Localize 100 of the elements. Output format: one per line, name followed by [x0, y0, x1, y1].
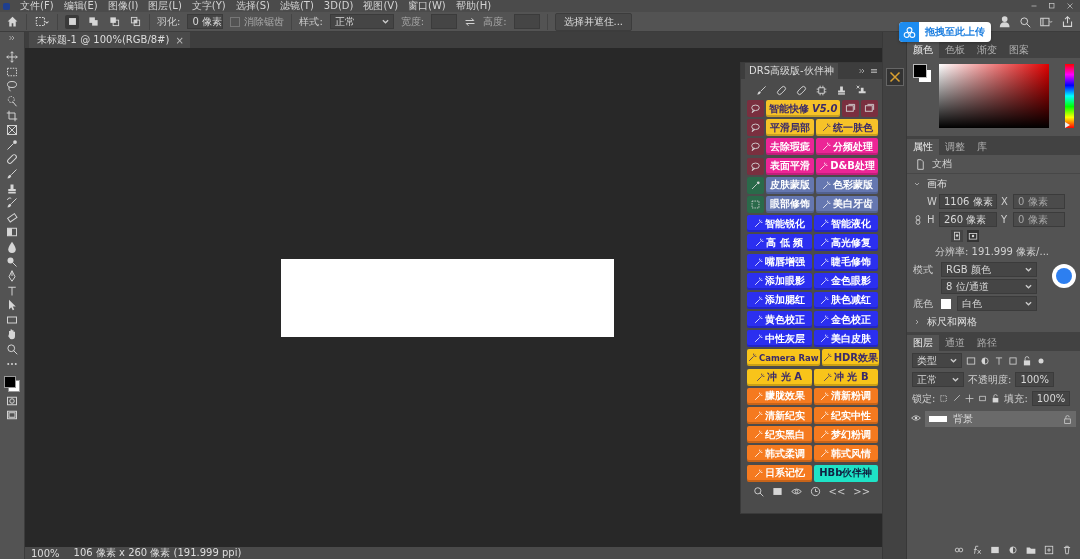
portrait-button[interactable]	[951, 230, 963, 242]
effect-button[interactable]: Camera Raw	[747, 349, 820, 367]
stamp-icon[interactable]	[856, 85, 868, 96]
next-page-button[interactable]: >>	[853, 485, 870, 497]
blend-mode-dropdown[interactable]: 正常	[912, 372, 964, 387]
adjustment-filter-icon[interactable]	[980, 355, 990, 366]
section-header[interactable]: 画布	[907, 174, 1080, 194]
opacity-field[interactable]: 100%	[1015, 372, 1054, 387]
swap-icon[interactable]	[464, 15, 477, 28]
eyedropper-icon[interactable]	[6, 138, 18, 151]
panel-tab[interactable]: 渐变	[971, 42, 1003, 58]
marquee-icon[interactable]	[6, 65, 18, 78]
effect-button[interactable]: 睫毛修饰	[813, 253, 878, 271]
panel-icon-button[interactable]	[842, 100, 859, 117]
effect-button[interactable]: 高光修复	[813, 234, 878, 252]
cursor-icon[interactable]	[6, 299, 18, 312]
effect-button[interactable]: 色彩蒙版	[816, 176, 878, 194]
eye-icon[interactable]	[911, 412, 921, 423]
effect-button[interactable]: 平滑局部	[766, 119, 814, 137]
menu-item[interactable]: 编辑(E)	[63, 0, 98, 12]
type-tool-icon[interactable]	[6, 284, 18, 297]
menu-item[interactable]: 图像(I)	[107, 0, 139, 12]
chip-icon[interactable]	[816, 85, 828, 96]
menu-item[interactable]: 帮助(H)	[455, 0, 492, 12]
user-icon[interactable]	[999, 15, 1012, 28]
effect-button[interactable]: 去除瑕疵	[766, 138, 814, 156]
document-tab[interactable]: 未标题-1 @ 100%(RGB/8#) ×	[29, 32, 190, 48]
effect-button[interactable]: 统一肤色	[816, 119, 878, 137]
bandage-icon[interactable]	[795, 85, 807, 96]
tool-button[interactable]	[747, 157, 764, 175]
plugin-panel-button[interactable]	[885, 68, 904, 86]
quick-mask-icon[interactable]	[6, 394, 18, 407]
lock-icon[interactable]	[1063, 414, 1072, 424]
search-icon[interactable]	[6, 343, 18, 356]
screen-mode-icon[interactable]	[6, 409, 18, 422]
effect-button[interactable]: 添加腮红	[747, 291, 812, 309]
image-filter-icon[interactable]	[966, 355, 976, 366]
brush-icon[interactable]	[6, 197, 18, 210]
search-icon[interactable]	[752, 485, 764, 497]
style-dropdown[interactable]: 正常	[329, 14, 394, 29]
effect-button[interactable]: 嘴唇增强	[747, 253, 812, 271]
panel-menu-icon[interactable]	[870, 67, 878, 75]
effect-button[interactable]: HDR效果	[821, 349, 879, 367]
color-swatches[interactable]	[4, 376, 20, 393]
panel-tab[interactable]: 图层	[907, 335, 939, 351]
effects-icon[interactable]	[972, 545, 982, 555]
color-field[interactable]	[939, 64, 1049, 128]
height-field[interactable]: 260 像素	[939, 212, 997, 227]
lasso-icon[interactable]	[6, 80, 18, 93]
panel-icon-button[interactable]	[861, 100, 878, 117]
layer-row[interactable]: 背景	[925, 411, 1076, 427]
collapse-icon[interactable]	[858, 67, 866, 75]
filter-dropdown[interactable]: 类型	[912, 353, 962, 368]
link-icon[interactable]	[913, 213, 923, 226]
effect-button[interactable]: 美白牙齿	[816, 195, 878, 213]
effect-button[interactable]: 肤色减红	[813, 291, 878, 309]
artboard-icon[interactable]	[978, 394, 988, 403]
panel-tab[interactable]: 属性	[907, 139, 939, 155]
effect-button[interactable]: 冲 光 A	[747, 368, 812, 386]
tool-button[interactable]	[747, 138, 764, 156]
effect-button[interactable]: 眼部修饰	[766, 195, 814, 213]
panel-tab[interactable]: 库	[971, 139, 993, 155]
x-field[interactable]: 0 像素	[1013, 194, 1065, 209]
select-and-mask-button[interactable]: 选择并遮住...	[554, 12, 633, 31]
color-swatch[interactable]	[941, 298, 951, 309]
panel-tab[interactable]: 颜色	[907, 42, 939, 58]
move-icon[interactable]	[6, 51, 18, 64]
brush-icon[interactable]	[755, 85, 767, 96]
menu-item[interactable]: 文字(Y)	[191, 0, 226, 12]
menu-item[interactable]: 窗口(W)	[408, 0, 446, 12]
panel-title[interactable]: DRS高级版-伙伴神	[745, 63, 838, 79]
workspace-icon[interactable]	[1038, 15, 1054, 28]
zoom-level[interactable]: 100%	[31, 547, 60, 559]
tool-button[interactable]	[747, 176, 764, 194]
tab-close-button[interactable]: ×	[175, 34, 184, 46]
effect-button[interactable]: 高 低 频	[747, 234, 812, 252]
brush-icon[interactable]	[952, 394, 962, 403]
drop-icon[interactable]	[6, 240, 18, 253]
effect-button[interactable]: D&B处理	[816, 157, 878, 175]
tool-button[interactable]	[747, 119, 764, 137]
panel-tab[interactable]: 调整	[939, 139, 971, 155]
effect-button[interactable]: 智能快修 V5.0	[766, 100, 840, 117]
brush-icon[interactable]	[6, 167, 18, 180]
tool-button[interactable]	[747, 195, 764, 213]
selection-mode-button[interactable]	[65, 14, 79, 29]
menu-item[interactable]: 滤镜(T)	[279, 0, 314, 12]
panel-tab[interactable]: 色板	[939, 42, 971, 58]
marquee-icon[interactable]	[34, 15, 50, 28]
color-swatches[interactable]	[913, 64, 931, 82]
pen-icon[interactable]	[6, 270, 18, 283]
fill-field[interactable]: 100%	[1031, 391, 1071, 406]
effect-button[interactable]: 金色眼影	[813, 272, 878, 290]
folder-icon[interactable]	[1026, 545, 1036, 555]
mask-icon[interactable]	[990, 545, 1000, 555]
menu-item[interactable]: 3D(D)	[323, 0, 354, 12]
menu-item[interactable]: 图层(L)	[148, 0, 182, 12]
section-header[interactable]: 标尺和网格	[907, 312, 1080, 332]
effect-button[interactable]: 金色校正	[813, 311, 878, 329]
effect-button[interactable]: 添加眼影	[747, 272, 812, 290]
stamp-icon[interactable]	[6, 182, 18, 195]
